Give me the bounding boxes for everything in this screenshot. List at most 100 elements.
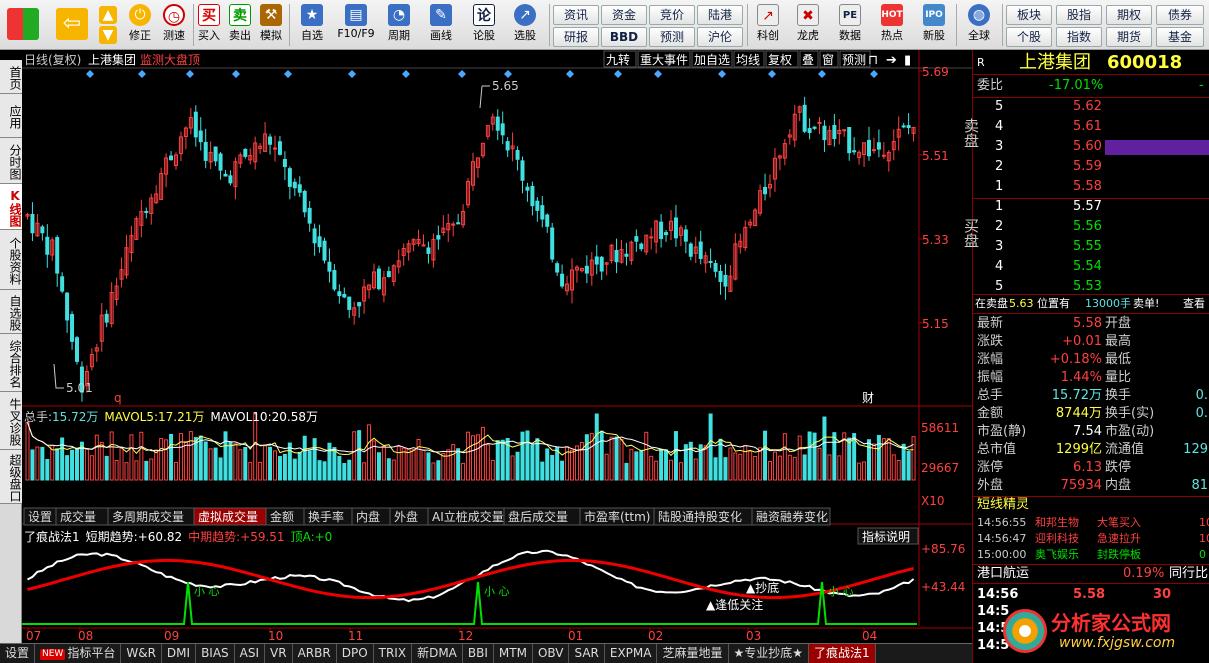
volume-bar <box>535 438 540 481</box>
period-button[interactable]: ◔ 周期 <box>380 2 418 48</box>
dragon-tiger-button[interactable]: ✖ 龙虎 <box>790 2 826 48</box>
volume-bar <box>599 430 604 481</box>
candle-body <box>723 274 728 287</box>
candle-body <box>342 293 347 298</box>
sell-level-num: 2 <box>995 159 1004 174</box>
left-tab-3[interactable]: K线图 <box>0 184 22 230</box>
stock-index-button[interactable]: 股指 <box>1056 5 1102 25</box>
hot-button[interactable]: HOT 热点 <box>874 2 910 48</box>
left-tab-8[interactable]: 超级盘口 <box>0 450 22 504</box>
quote-stock-code: 600018 <box>1107 52 1183 73</box>
left-tab-1[interactable]: 应用 <box>0 94 22 138</box>
bottom-tab-9[interactable]: TRIX <box>374 644 413 663</box>
candle-body <box>639 243 644 250</box>
shanghai-london-button[interactable]: 沪伦 <box>697 27 743 47</box>
power-icon: ⏻ <box>129 4 151 26</box>
chart-monitor-label[interactable]: 监测大盘顶 <box>140 52 200 67</box>
bottom-tab-0[interactable]: 设置 <box>0 644 36 663</box>
left-tab-7[interactable]: 牛叉诊股 <box>0 392 22 450</box>
candle-body <box>55 237 60 274</box>
auction-button[interactable]: 竞价 <box>649 5 695 25</box>
data-button[interactable]: PE 数据 <box>832 2 868 48</box>
discuss-button[interactable]: 论 论股 <box>466 2 502 48</box>
back-button[interactable]: ⇦ <box>52 2 92 48</box>
quote-stock-name: 上港集团 <box>1019 52 1091 73</box>
sell-button[interactable]: 卖 卖出 <box>226 2 254 48</box>
ipo-button[interactable]: IPO 新股 <box>916 2 952 48</box>
order-note-view[interactable]: 查看 <box>1183 295 1205 313</box>
pen-icon: ✎ <box>430 4 452 26</box>
research-button[interactable]: 研报 <box>553 27 599 47</box>
left-tab-2[interactable]: 分时图 <box>0 138 22 184</box>
news-button[interactable]: 资讯 <box>553 5 599 25</box>
bottom-tab-10[interactable]: 新DMA <box>412 644 463 663</box>
pin-icon[interactable]: ▮ <box>904 53 911 68</box>
index-button[interactable]: 指数 <box>1056 27 1102 47</box>
bottom-tab-17[interactable]: ★专业抄底★ <box>729 644 810 663</box>
flower-logo-icon <box>1003 609 1047 653</box>
bottom-tab-6[interactable]: VR <box>265 644 293 663</box>
bottom-tab-7[interactable]: ARBR <box>293 644 337 663</box>
lock-icon[interactable]: ⊓ <box>868 53 878 68</box>
bottom-tab-12[interactable]: MTM <box>494 644 533 663</box>
marker-q[interactable]: q <box>114 391 122 405</box>
watchlist-button[interactable]: ★ 自选 <box>293 2 331 48</box>
draw-line-button[interactable]: ✎ 画线 <box>421 2 461 48</box>
elves-name[interactable]: 奥飞娱乐 <box>1035 546 1079 564</box>
windows-logo-button[interactable] <box>4 2 42 48</box>
up-down-button[interactable]: ▲ ▼ <box>96 2 120 48</box>
stat-value: 75934 <box>1060 478 1102 493</box>
bottom-tab-13[interactable]: OBV <box>533 644 570 663</box>
bottom-tab-14[interactable]: SAR <box>569 644 605 663</box>
volume-bar <box>144 460 149 481</box>
pick-stock-button[interactable]: ↗ 选股 <box>505 2 545 48</box>
forecast-button[interactable]: 预测 <box>649 27 695 47</box>
sector-name[interactable]: 港口航运 <box>977 565 1029 583</box>
bottom-tab-11[interactable]: BBI <box>463 644 494 663</box>
stat-label-2: 最低 <box>1105 352 1132 367</box>
marker-cai[interactable]: 财 <box>862 391 874 405</box>
bottom-tab-5[interactable]: ASI <box>235 644 266 663</box>
simulate-button[interactable]: ⚒ 模拟 <box>257 2 285 48</box>
bottom-tab-3[interactable]: DMI <box>162 644 197 663</box>
left-tab-4[interactable]: 个股资料 <box>0 230 22 290</box>
hk-connect-button[interactable]: 陆港 <box>697 5 743 25</box>
futures-button[interactable]: 期货 <box>1106 27 1152 47</box>
buy-button[interactable]: 买 买入 <box>195 2 223 48</box>
sector-rank[interactable]: 同行比 <box>1169 565 1208 583</box>
speed-test-button[interactable]: ◷ 测速 <box>158 2 190 48</box>
volume-bar <box>357 430 362 481</box>
candle-body <box>327 261 332 272</box>
sell-level-num: 5 <box>995 99 1004 114</box>
volume-tick-2: X10 <box>921 494 945 508</box>
left-tab-0[interactable]: 首页 <box>0 60 22 94</box>
single-stock-button[interactable]: 个股 <box>1006 27 1052 47</box>
kline-svg[interactable]: 日线(复权) 上港集团 监测大盘顶 九转 重大事件 加自选 均线 复权叠窗预测 ⊓ ➔ ▮ 5.69 5… <box>22 50 972 643</box>
sector-button[interactable]: 板块 <box>1006 5 1052 25</box>
candle-body <box>277 141 282 155</box>
arrow-right-icon[interactable]: ➔ <box>886 53 897 68</box>
bottom-tab-18[interactable]: 了痕战法1 <box>809 644 876 663</box>
options-button[interactable]: 期权 <box>1106 5 1152 25</box>
left-tab-5[interactable]: 自选股 <box>0 290 22 334</box>
bottom-tab-2[interactable]: W&R <box>121 644 162 663</box>
volume-bar <box>312 438 317 481</box>
left-tab-6[interactable]: 综合排名 <box>0 334 22 392</box>
pick-stock-icon: ↗ <box>514 4 536 26</box>
fix-button[interactable]: ⏻ 修正 <box>124 2 156 48</box>
bottom-tab-15[interactable]: EXPMA <box>605 644 658 663</box>
funds-button[interactable]: 资金 <box>601 5 647 25</box>
bonds-button[interactable]: 债券 <box>1156 5 1204 25</box>
bbd-button[interactable]: BBD <box>601 27 647 47</box>
quote-panel: R上港集团600018委比-17.01%-卖盘55.6245.6135.6025… <box>962 50 1209 663</box>
star-market-button[interactable]: ↗ 科创 <box>750 2 786 48</box>
weibi-label: 委比 <box>977 78 1004 93</box>
funds-list-button[interactable]: 基金 <box>1156 27 1204 47</box>
candle-body <box>45 236 50 255</box>
bottom-tab-1[interactable]: NEW 指标平台 <box>35 644 122 663</box>
f10-button[interactable]: ▤ F10/F9 <box>334 2 378 48</box>
bottom-tab-16[interactable]: 芝麻量地量 <box>657 644 729 663</box>
global-button[interactable]: ◍ 全球 <box>960 2 998 48</box>
bottom-tab-4[interactable]: BIAS <box>196 644 235 663</box>
bottom-tab-8[interactable]: DPO <box>337 644 374 663</box>
